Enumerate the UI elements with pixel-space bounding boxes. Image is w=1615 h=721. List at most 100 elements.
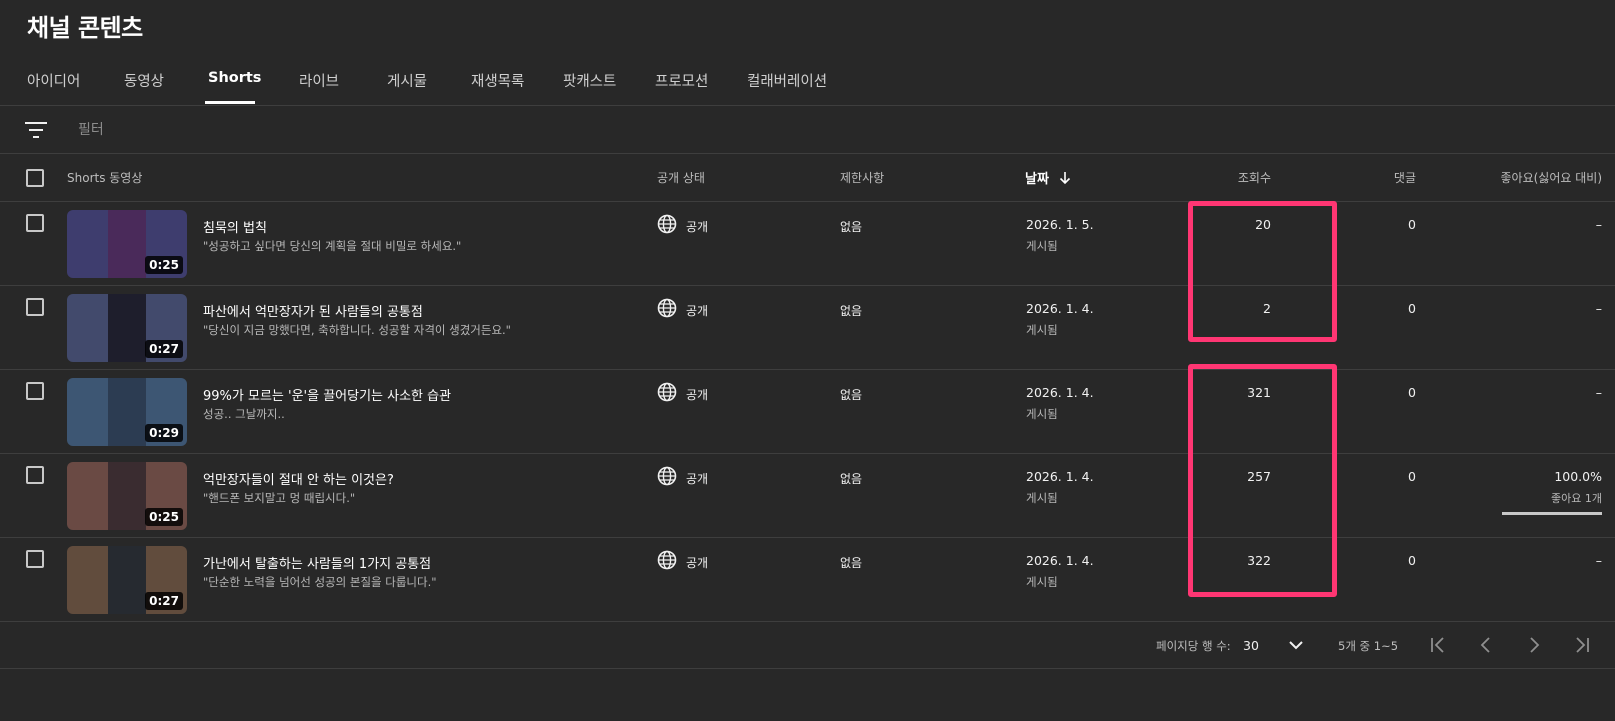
video-title[interactable]: 가난에서 탈출하는 사람들의 1가지 공통점 [203, 553, 431, 572]
content-tabs: 아이디어 동영상 Shorts 라이브 게시물 재생목록 팟캐스트 프로모션 컬… [0, 62, 1615, 106]
globe-icon[interactable] [657, 550, 677, 570]
duration-badge: 0:29 [145, 424, 183, 442]
visibility-label[interactable]: 공개 [686, 554, 708, 571]
rows-per-page-select[interactable]: 30 [1243, 638, 1259, 653]
video-description: "핸드폰 보지말고 멍 때립시다." [203, 491, 356, 505]
next-page-icon[interactable] [1522, 633, 1546, 657]
globe-icon[interactable] [657, 466, 677, 486]
views-count: 321 [1247, 385, 1271, 400]
header-comments[interactable]: 댓글 [1394, 169, 1416, 186]
views-count: 2 [1263, 301, 1271, 316]
table-row[interactable]: 0:27 파산에서 억만장자가 된 사람들의 공통점 "당신이 지금 망했다면, 축… [0, 286, 1615, 370]
thumbnail-image [108, 378, 146, 446]
filter-bar [0, 106, 1615, 154]
chevron-down-icon[interactable] [1287, 636, 1305, 654]
first-page-icon[interactable] [1426, 633, 1450, 657]
tab-videos[interactable]: 동영상 [124, 70, 164, 91]
restrictions-value: 없음 [840, 472, 863, 486]
views-count: 20 [1255, 217, 1271, 232]
tab-collaborations[interactable]: 컬래버레이션 [747, 70, 827, 91]
comments-count: 0 [1408, 385, 1416, 400]
video-thumbnail[interactable]: 0:25 [67, 462, 187, 530]
header-video: Shorts 동영상 [67, 171, 143, 185]
publish-status: 게시됨 [1026, 239, 1058, 253]
video-description: "당신이 지금 망했다면, 축하합니다. 성공할 자격이 생겼거든요." [203, 323, 511, 337]
video-title[interactable]: 99%가 모르는 '운'을 끌어당기는 사소한 습관 [203, 385, 451, 404]
duration-badge: 0:25 [145, 508, 183, 526]
visibility-label[interactable]: 공개 [686, 386, 708, 403]
table-row[interactable]: 0:25 억만장자들이 절대 안 하는 이것은? "핸드폰 보지말고 멍 때립시다.… [0, 454, 1615, 538]
globe-icon[interactable] [657, 298, 677, 318]
header-views[interactable]: 조회수 [1238, 169, 1271, 186]
video-thumbnail[interactable]: 0:29 [67, 378, 187, 446]
tab-promotions[interactable]: 프로모션 [655, 70, 708, 91]
likes-ratio: – [1595, 217, 1602, 232]
visibility-label[interactable]: 공개 [686, 470, 708, 487]
row-checkbox[interactable] [26, 298, 44, 316]
header-restrictions[interactable]: 제한사항 [840, 169, 884, 186]
last-page-icon[interactable] [1570, 633, 1594, 657]
video-thumbnail[interactable]: 0:27 [67, 546, 187, 614]
select-all-checkbox[interactable] [26, 169, 44, 187]
publish-status: 게시됨 [1026, 407, 1058, 421]
filter-lines-icon[interactable] [25, 120, 47, 140]
video-title[interactable]: 침묵의 법칙 [203, 217, 267, 236]
likes-ratio-fill [1502, 512, 1602, 515]
publish-status: 게시됨 [1026, 575, 1058, 589]
publish-date: 2026. 1. 5. [1026, 217, 1094, 232]
visibility-label[interactable]: 공개 [686, 218, 708, 235]
row-checkbox[interactable] [26, 382, 44, 400]
header-date[interactable]: 날짜 [1025, 168, 1072, 187]
views-count: 257 [1247, 469, 1271, 484]
tab-podcasts[interactable]: 팟캐스트 [563, 70, 616, 91]
tab-live[interactable]: 라이브 [299, 70, 339, 91]
active-tab-indicator [205, 101, 255, 104]
table-row[interactable]: 0:27 가난에서 탈출하는 사람들의 1가지 공통점 "단순한 노력을 넘어선 성… [0, 538, 1615, 622]
video-description: 성공.. 그날까지.. [203, 407, 285, 421]
video-thumbnail[interactable]: 0:27 [67, 294, 187, 362]
row-checkbox[interactable] [26, 466, 44, 484]
tab-posts[interactable]: 게시물 [387, 70, 427, 91]
thumbnail-image [108, 462, 146, 530]
filter-input[interactable] [78, 118, 478, 142]
video-title[interactable]: 억만장자들이 절대 안 하는 이것은? [203, 469, 394, 488]
table-header: Shorts 동영상 공개 상태 제한사항 날짜 조회수 댓글 좋아요(싫어요 … [0, 154, 1615, 202]
table-row[interactable]: 0:29 99%가 모르는 '운'을 끌어당기는 사소한 습관성공.. 그날까지.… [0, 370, 1615, 454]
table-row[interactable]: 0:25 침묵의 법칙 "성공하고 싶다면 당신의 계획을 절대 비밀로 하세요."… [0, 202, 1615, 286]
restrictions-value: 없음 [840, 304, 863, 318]
thumbnail-image [108, 546, 146, 614]
publish-date: 2026. 1. 4. [1026, 469, 1094, 484]
previous-page-icon[interactable] [1474, 633, 1498, 657]
tab-shorts[interactable]: Shorts [208, 70, 261, 86]
thumbnail-image [108, 210, 146, 278]
header-visibility[interactable]: 공개 상태 [657, 169, 705, 186]
row-checkbox[interactable] [26, 214, 44, 232]
restrictions-value: 없음 [840, 388, 863, 402]
video-thumbnail[interactable]: 0:25 [67, 210, 187, 278]
globe-icon[interactable] [657, 214, 677, 234]
header-date-label: 날짜 [1025, 172, 1049, 187]
arrow-down-icon [1060, 172, 1071, 185]
pagination-range: 5개 중 1~5 [1338, 639, 1399, 653]
visibility-label[interactable]: 공개 [686, 302, 708, 319]
publish-date: 2026. 1. 4. [1026, 385, 1094, 400]
publish-date: 2026. 1. 4. [1026, 301, 1094, 316]
header-likes[interactable]: 좋아요(싫어요 대비) [1501, 169, 1603, 186]
tab-playlists[interactable]: 재생목록 [471, 70, 524, 91]
restrictions-value: 없음 [840, 556, 863, 570]
duration-badge: 0:27 [145, 592, 183, 610]
likes-ratio: – [1595, 385, 1602, 400]
row-checkbox[interactable] [26, 550, 44, 568]
tab-ideas[interactable]: 아이디어 [27, 70, 80, 91]
video-title[interactable]: 파산에서 억만장자가 된 사람들의 공통점 [203, 301, 423, 320]
likes-ratio: – [1595, 553, 1602, 568]
likes-ratio-bar [1502, 512, 1602, 515]
likes-ratio: – [1595, 301, 1602, 316]
views-count: 322 [1247, 553, 1271, 568]
thumbnail-image [108, 294, 146, 362]
publish-status: 게시됨 [1026, 491, 1058, 505]
globe-icon[interactable] [657, 382, 677, 402]
channel-content-page: 채널 콘텐츠 아이디어 동영상 Shorts 라이브 게시물 재생목록 팟캐스트… [0, 0, 1615, 721]
likes-count: 좋아요 1개 [1551, 492, 1602, 505]
video-description: "단순한 노력을 넘어선 성공의 본질을 다룹니다." [203, 575, 437, 589]
